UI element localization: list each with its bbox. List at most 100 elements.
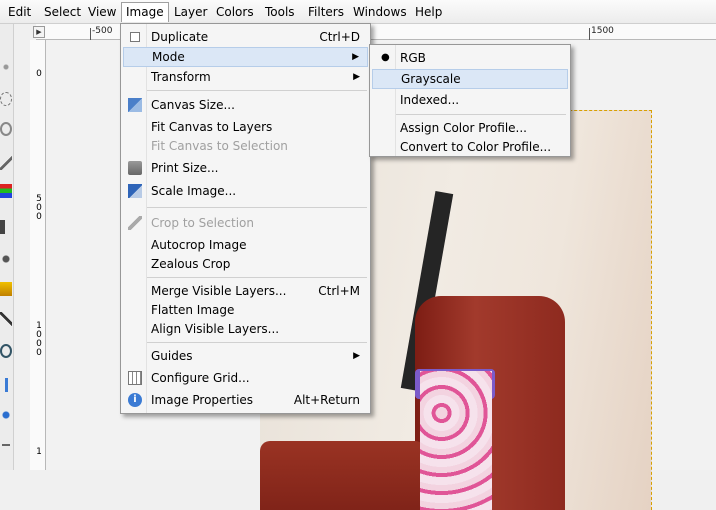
lasso-tool-icon[interactable] [0, 122, 12, 136]
menu-item-label: Merge Visible Layers... [151, 284, 287, 298]
menu-item-shortcut: Ctrl+D [319, 30, 360, 44]
color-picker-tool-icon[interactable] [0, 312, 12, 326]
image-menu: Duplicate Ctrl+D Mode ▶ Transform ▶ Canv… [120, 23, 371, 414]
menu-windows[interactable]: Windows [349, 2, 411, 22]
menu-item-shortcut: Alt+Return [293, 393, 360, 407]
ruler-label: -500 [92, 26, 113, 36]
menu-item-configure-grid[interactable]: Configure Grid... [123, 368, 368, 388]
info-icon: i [128, 393, 142, 407]
menu-item-fit-canvas-selection[interactable]: Fit Canvas to Selection [123, 136, 368, 156]
ruler-corner-button[interactable]: ▶ [33, 26, 45, 38]
menu-item-label: Guides [151, 349, 193, 363]
foreground-select-tool-icon[interactable] [0, 252, 12, 266]
menu-separator [147, 277, 367, 278]
ruler-label: 1500 [591, 26, 614, 36]
menu-item-scale-image[interactable]: Scale Image... [123, 181, 368, 201]
ruler-label: 1 [36, 447, 42, 457]
menu-filters[interactable]: Filters [304, 2, 348, 22]
sofa-arm-image-detail [260, 441, 425, 510]
menu-item-label: Assign Color Profile... [400, 121, 527, 135]
menu-item-fit-canvas-layers[interactable]: Fit Canvas to Layers [123, 117, 368, 137]
printer-icon [128, 161, 142, 175]
submenu-arrow-icon: ▶ [352, 52, 359, 62]
cloth-image-detail [420, 371, 492, 510]
menu-item-assign-profile[interactable]: Assign Color Profile... [372, 118, 568, 138]
corner-arrow-icon: ▶ [36, 28, 42, 36]
menu-item-guides[interactable]: Guides ▶ [123, 346, 368, 366]
color-select-tool-icon[interactable] [0, 184, 12, 198]
menu-item-label: Print Size... [151, 161, 219, 175]
measure-tool-icon[interactable] [0, 378, 12, 392]
menu-item-image-properties[interactable]: i Image Properties Alt+Return [123, 390, 368, 410]
menu-item-label: Convert to Color Profile... [400, 140, 552, 154]
menu-item-autocrop[interactable]: Autocrop Image [123, 235, 368, 255]
ruler-label: 1 0 0 0 [36, 321, 42, 358]
menu-item-canvas-size[interactable]: Canvas Size... [123, 95, 368, 115]
ruler-label: 0 [36, 69, 42, 79]
menu-separator [147, 342, 367, 343]
menu-item-label: Mode [152, 50, 185, 64]
menu-tools[interactable]: Tools [261, 2, 299, 22]
ellipse-select-tool-icon[interactable] [0, 92, 12, 106]
crop-knife-icon [128, 216, 142, 230]
menu-separator [396, 114, 566, 115]
rect-select-tool-icon[interactable] [0, 60, 12, 74]
toolbox [0, 24, 14, 470]
menu-item-label: Fit Canvas to Selection [151, 139, 288, 153]
menu-item-label: Autocrop Image [151, 238, 247, 252]
align-tool-icon[interactable] [0, 438, 12, 452]
menu-item-label: Zealous Crop [151, 257, 231, 271]
menu-separator [147, 207, 367, 208]
vertical-ruler[interactable] [30, 40, 46, 470]
menu-separator [147, 90, 367, 91]
paths-tool-icon[interactable] [0, 282, 12, 296]
menu-item-grayscale[interactable]: Grayscale [372, 69, 568, 89]
zoom-tool-icon[interactable] [0, 344, 12, 358]
menu-item-label: Transform [151, 70, 211, 84]
menu-item-rgb[interactable]: ● RGB [372, 48, 568, 68]
menu-item-indexed[interactable]: Indexed... [372, 90, 568, 110]
menu-item-label: Canvas Size... [151, 98, 235, 112]
menu-item-label: Duplicate [151, 30, 209, 44]
menu-help[interactable]: Help [411, 2, 446, 22]
duplicate-icon [130, 32, 140, 42]
menu-item-shortcut: Ctrl+M [318, 284, 360, 298]
menu-layer[interactable]: Layer [170, 2, 211, 22]
menu-item-crop-selection[interactable]: Crop to Selection [123, 213, 368, 233]
menu-colors[interactable]: Colors [212, 2, 258, 22]
menu-item-label: Scale Image... [151, 184, 237, 198]
menu-item-transform[interactable]: Transform ▶ [123, 67, 368, 87]
menubar: Edit Select View Image Layer Colors Tool… [0, 0, 716, 24]
submenu-arrow-icon: ▶ [353, 72, 360, 82]
menu-item-align-visible[interactable]: Align Visible Layers... [123, 319, 368, 339]
ruler-label: 5 0 0 [36, 194, 42, 222]
menu-item-zealous-crop[interactable]: Zealous Crop [123, 254, 368, 274]
radio-selected-icon: ● [381, 52, 390, 63]
submenu-arrow-icon: ▶ [353, 351, 360, 361]
move-tool-icon[interactable] [0, 408, 12, 422]
mode-submenu: ● RGB Grayscale Indexed... Assign Color … [369, 44, 571, 157]
menu-item-flatten[interactable]: Flatten Image [123, 300, 368, 320]
menu-item-label: Grayscale [401, 72, 461, 86]
menu-item-label: RGB [400, 51, 426, 65]
menu-item-print-size[interactable]: Print Size... [123, 158, 368, 178]
menu-item-mode[interactable]: Mode ▶ [123, 47, 368, 67]
menu-item-label: Crop to Selection [151, 216, 254, 230]
menu-item-duplicate[interactable]: Duplicate Ctrl+D [123, 27, 368, 47]
menu-select[interactable]: Select [40, 2, 85, 22]
scissors-tool-icon[interactable] [0, 220, 12, 234]
menu-item-label: Image Properties [151, 393, 254, 407]
menu-item-label: Fit Canvas to Layers [151, 120, 273, 134]
menu-edit[interactable]: Edit [4, 2, 35, 22]
menu-item-label: Configure Grid... [151, 371, 250, 385]
menu-image[interactable]: Image [121, 2, 169, 22]
menu-item-label: Align Visible Layers... [151, 322, 280, 336]
menu-item-label: Flatten Image [151, 303, 235, 317]
fuzzy-select-tool-icon[interactable] [0, 156, 12, 170]
menu-item-merge-visible[interactable]: Merge Visible Layers... Ctrl+M [123, 281, 368, 301]
menu-item-convert-profile[interactable]: Convert to Color Profile... [372, 137, 568, 157]
grid-icon [128, 371, 142, 385]
canvas-size-icon [128, 98, 142, 112]
scale-image-icon [128, 184, 142, 198]
menu-view[interactable]: View [84, 2, 120, 22]
